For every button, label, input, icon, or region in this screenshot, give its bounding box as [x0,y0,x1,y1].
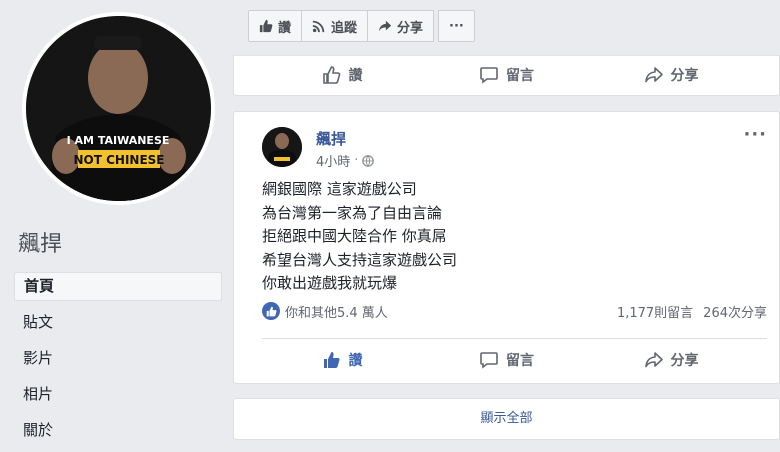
divider [262,338,767,339]
page-share-label: 分享 [397,20,424,36]
globe-icon [362,154,375,167]
post-like-label: 讚 [348,353,363,369]
thumbs-up-icon [259,19,273,33]
post-stats: 1,177則留言 264次分享 [617,302,767,321]
comment-count[interactable]: 1,177則留言 [617,302,693,321]
post-text-line: 拒絕跟中國大陸合作 你真屌 [262,227,447,245]
nav-item-home[interactable]: 首頁 [14,272,222,301]
share-arrow-icon [644,67,663,83]
prev-like-button[interactable]: 讚 [262,59,422,91]
prev-share-label: 分享 [670,68,699,84]
post-comment-button[interactable]: 留言 [427,344,587,376]
nav-item-videos[interactable]: 影片 [14,344,222,373]
prev-share-button[interactable]: 分享 [591,59,751,91]
thumbs-up-outline-icon [322,66,340,84]
post-share-label: 分享 [670,353,699,369]
page-like-label: 讚 [278,20,292,36]
rss-follow-icon [312,20,325,33]
page-name: 飆捍 [18,232,63,257]
follow-button[interactable]: 追蹤 [301,10,369,42]
post-text-line: 你敢出遊戲我就玩爆 [262,274,398,292]
post-author-avatar[interactable] [262,127,302,167]
profile-picture-image: I AM TAIWANESE NOT CHINESE [26,16,211,201]
comment-icon [480,352,498,369]
post-card: 飆捍 4小時 · ··· 網銀國際 這家遊戲公司 為台灣第一家為了自由言論 拒絕… [233,111,780,384]
post-text-line: 希望台灣人支持這家遊戲公司 [262,250,458,269]
share-arrow-icon [644,352,663,368]
nav-item-posts[interactable]: 貼文 [14,308,222,337]
post-actions: 讚 留言 分享 [262,344,751,376]
post-timestamp[interactable]: 4小時 · [316,151,375,170]
see-all-card: 顯示全部 [233,398,780,440]
post-text-line: 網銀國際 這家遊戲公司 [262,180,417,198]
see-all-link[interactable]: 顯示全部 [480,411,532,426]
page-action-bar: 讚 追蹤 分享 ··· [248,10,475,42]
more-options-button[interactable]: ··· [438,10,475,42]
thumbs-up-filled-icon [323,352,340,368]
more-dots-icon: ··· [449,18,464,34]
like-reaction-icon[interactable] [262,302,280,320]
prev-like-label: 讚 [348,68,363,84]
post-comment-label: 留言 [506,353,534,369]
profile-photo[interactable]: I AM TAIWANESE NOT CHINESE [22,12,215,205]
left-column: I AM TAIWANESE NOT CHINESE 飆捍 首頁 貼文 影片 相… [0,0,234,452]
prev-comment-label: 留言 [506,68,534,84]
previous-post-actions: 讚 留言 分享 [262,59,751,91]
prev-comment-button[interactable]: 留言 [427,59,587,91]
nav-item-photos[interactable]: 相片 [14,380,222,409]
post-author-name[interactable]: 飆捍 [316,128,346,149]
comment-icon [480,67,498,84]
page-share-button[interactable]: 分享 [367,10,435,42]
share-arrow-icon [378,20,392,32]
follow-label: 追蹤 [331,20,358,36]
post-like-button[interactable]: 讚 [262,344,422,376]
post-share-button[interactable]: 分享 [591,344,751,376]
post-text: 網銀國際 這家遊戲公司 為台灣第一家為了自由言論 拒絕跟中國大陸合作 你真屌 希… [262,178,457,296]
post-text-line: 為台灣第一家為了自由言論 [262,203,443,222]
page-like-button[interactable]: 讚 [248,10,303,42]
post-time-label: 4小時 [316,155,351,170]
avatar-image [262,127,302,167]
reaction-bar: 你和其他5.4 萬人 1,177則留言 264次分享 [262,301,767,321]
left-nav: 首頁 貼文 影片 相片 關於 [14,272,222,452]
reaction-count[interactable]: 你和其他5.4 萬人 [285,302,617,321]
previous-post-card: 讚 留言 分享 [233,55,780,96]
shirt-text-line2: NOT CHINESE [73,153,164,167]
shirt-text-line1: I AM TAIWANESE [67,134,170,147]
nav-item-about[interactable]: 關於 [14,416,222,445]
share-count[interactable]: 264次分享 [703,302,767,321]
post-options-icon[interactable]: ··· [743,124,767,145]
